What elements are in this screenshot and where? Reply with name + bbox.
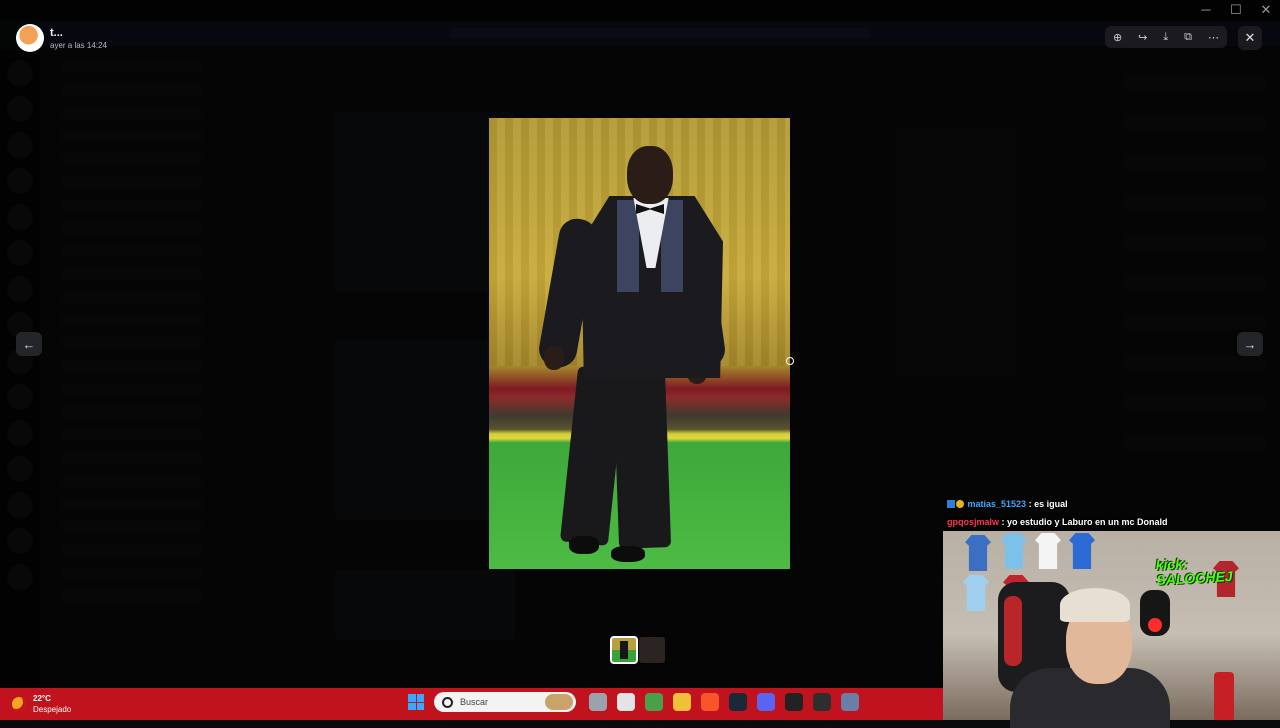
- moon-icon: [12, 697, 26, 711]
- settings-icon[interactable]: [841, 693, 859, 711]
- viewed-image[interactable]: [489, 118, 790, 569]
- thumbnail-selected[interactable]: [610, 636, 638, 664]
- search-highlight-icon: [545, 694, 573, 710]
- window-controls: ─ ☐ ✕: [1200, 2, 1272, 18]
- app-icon[interactable]: [813, 693, 831, 711]
- chat-username: matias_51523: [967, 499, 1027, 509]
- brave-browser-icon[interactable]: [701, 693, 719, 711]
- weather-widget[interactable]: 22°C Despejado: [12, 693, 71, 715]
- thumbnail[interactable]: [639, 637, 665, 663]
- author-timestamp: ayer a las 14:24: [50, 40, 107, 50]
- chat-text: es igual: [1034, 499, 1068, 509]
- open-external-icon[interactable]: ⧉: [1184, 31, 1192, 44]
- mouse-cursor: [786, 357, 794, 365]
- maximize-button[interactable]: ☐: [1230, 2, 1242, 18]
- file-explorer-icon[interactable]: [673, 693, 691, 711]
- avatar[interactable]: [16, 24, 44, 52]
- download-icon[interactable]: ⤓: [1163, 31, 1168, 44]
- mic-light: [1148, 618, 1162, 632]
- steam-icon[interactable]: [729, 693, 747, 711]
- bottle: [1214, 672, 1234, 720]
- chat-separator: :: [1026, 499, 1035, 509]
- obs-icon[interactable]: [785, 693, 803, 711]
- thumbnail-strip: [610, 636, 665, 664]
- search-icon: [442, 696, 453, 708]
- task-view-icon[interactable]: [589, 693, 607, 711]
- viewer-toolbar: ⊕ ↪ ⤓ ⧉ ⋯: [1105, 26, 1227, 48]
- chat-username: gpqosjmalw: [947, 517, 1000, 527]
- next-image-button[interactable]: →: [1237, 332, 1263, 356]
- previous-image-button[interactable]: ←: [16, 332, 42, 356]
- weather-temp: 22°C: [33, 694, 51, 703]
- image-author: t... ayer a las 14:24: [16, 24, 107, 52]
- taskbar-search[interactable]: Buscar: [434, 692, 576, 712]
- chat-text: yo estudio y Laburo en un mc Donald: [1007, 517, 1168, 527]
- stream-chat-message: gpqosjmalw : yo estudio y Laburo en un m…: [947, 517, 1168, 527]
- search-placeholder: Buscar: [460, 697, 489, 707]
- start-button[interactable]: [408, 694, 424, 710]
- taskbar-apps: Buscar: [408, 692, 864, 712]
- xbox-icon[interactable]: [645, 693, 663, 711]
- discord-icon[interactable]: [757, 693, 775, 711]
- store-icon[interactable]: [617, 693, 635, 711]
- more-icon[interactable]: ⋯: [1208, 31, 1219, 44]
- chair-accent: [1004, 596, 1022, 666]
- stream-chat-message: matias_51523 : es igual: [947, 499, 1068, 509]
- streamer-cap: [1060, 588, 1130, 622]
- close-viewer-button[interactable]: ✕: [1238, 26, 1262, 50]
- badge-icon: [956, 500, 964, 508]
- minimize-button[interactable]: ─: [1200, 2, 1212, 18]
- author-name[interactable]: t...: [50, 27, 107, 39]
- chat-separator: :: [999, 517, 1008, 527]
- zoom-icon[interactable]: ⊕: [1113, 31, 1122, 44]
- window-close-button[interactable]: ✕: [1260, 2, 1272, 18]
- forward-icon[interactable]: ↪: [1138, 31, 1147, 44]
- badge-icon: [947, 500, 955, 508]
- weather-desc: Despejado: [33, 705, 72, 714]
- kick-overlay-text: kick: SALOCHEJ: [1155, 555, 1233, 588]
